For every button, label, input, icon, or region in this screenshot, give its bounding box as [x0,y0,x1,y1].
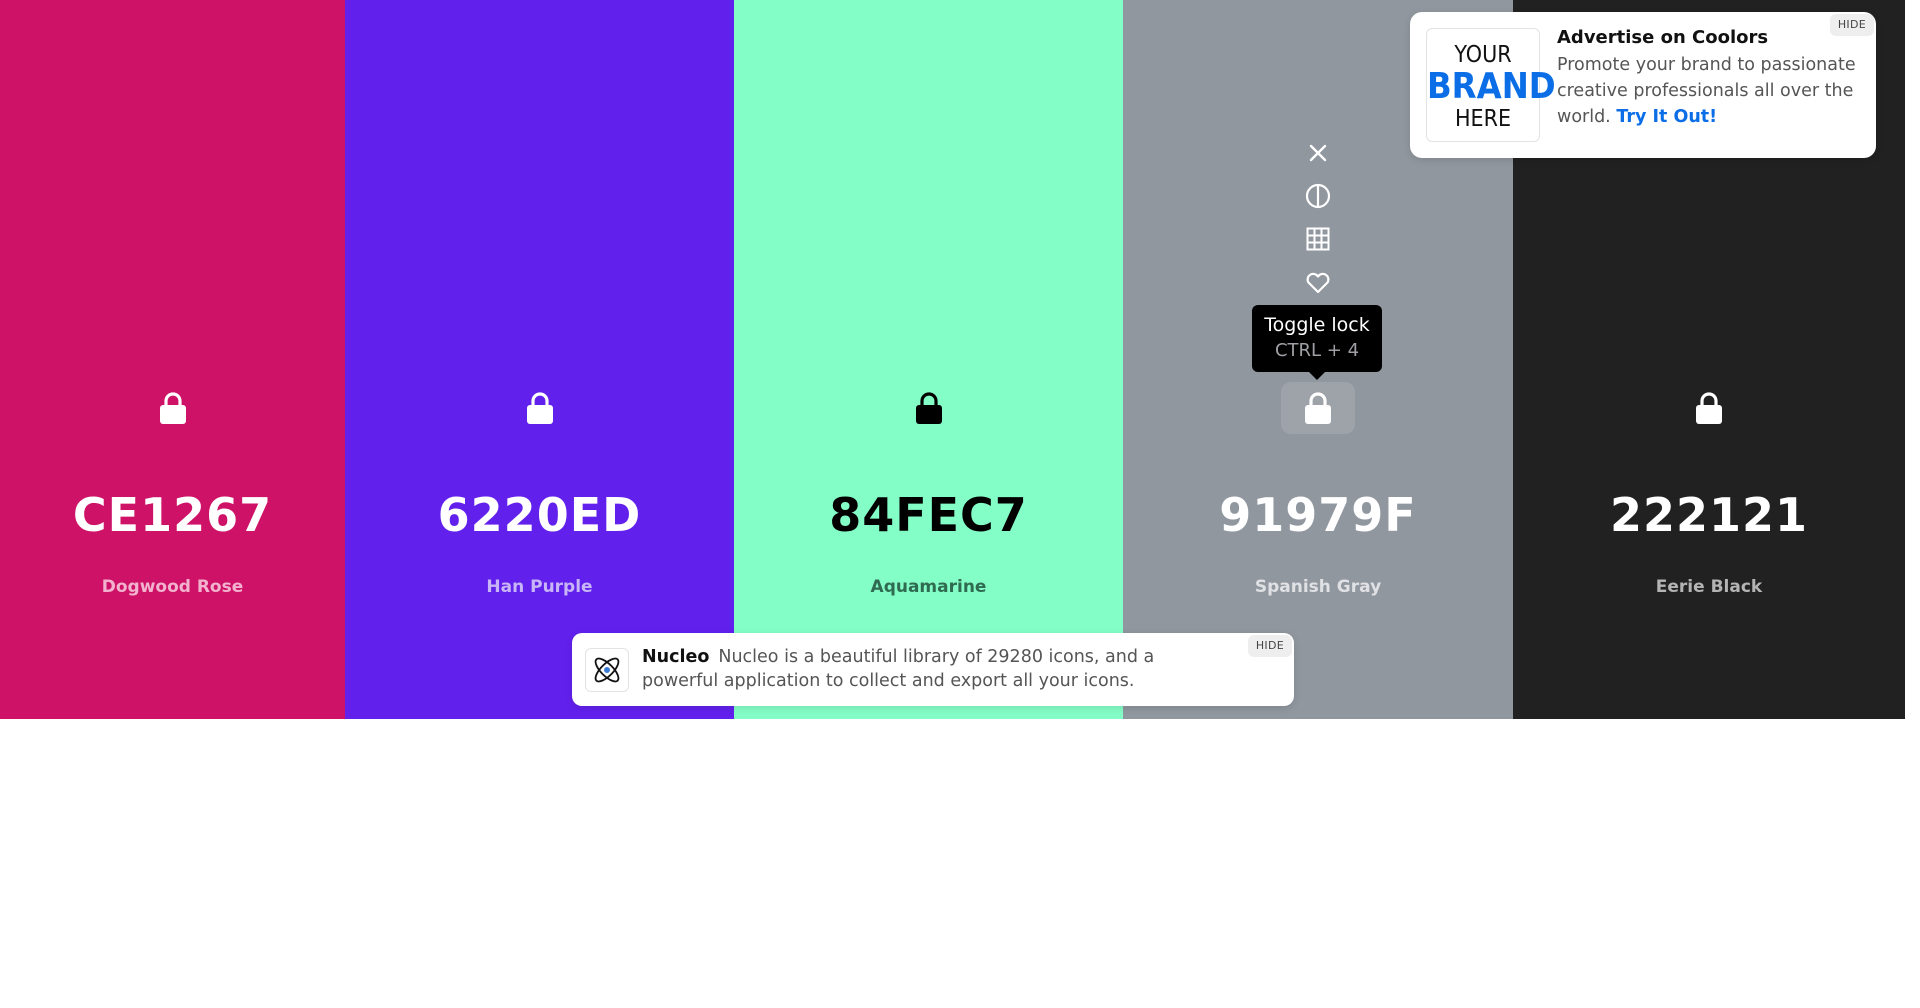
nucleo-title[interactable]: Nucleo [642,647,709,667]
nucleo-body: Nucleo is a beautiful library of 29280 i… [642,647,1155,691]
lock-button[interactable] [136,382,210,434]
brand-logo: YOUR BRAND HERE [1426,28,1556,142]
hex-code[interactable]: 84FEC7 [734,488,1123,542]
save-color-button[interactable] [1302,266,1334,298]
color-name[interactable]: Han Purple [345,577,734,597]
lock-icon [1305,392,1331,424]
try-it-out-link[interactable]: Try It Out! [1616,107,1717,127]
color-swatch-han-purple[interactable]: 6220ED Han Purple [345,0,734,719]
advertise-card[interactable]: YOUR BRAND HERE Advertise on Coolors Pro… [1410,12,1876,158]
brand-logo-line2: BRAND [1427,66,1556,107]
hide-nucleo-button[interactable]: HIDE [1247,635,1292,657]
swatch-toolbar [1300,137,1336,309]
contrast-icon [1305,183,1331,209]
nucleo-description: Nucleo Nucleo is a beautiful library of 2… [642,645,1222,693]
atom-icon [594,657,620,683]
brand-logo-line3: HERE [1454,106,1512,132]
tooltip-shortcut: CTRL + 4 [1274,340,1360,361]
heart-icon [1306,272,1330,294]
shades-grid-icon [1306,227,1330,251]
brand-logo-line1: YOUR [1454,42,1512,68]
lock-button[interactable] [892,382,966,434]
view-shades-contrast-button[interactable] [1302,180,1334,212]
hex-code[interactable]: CE1267 [0,488,345,542]
nucleo-logo [585,648,629,692]
lock-icon [526,392,553,424]
color-name[interactable]: Eerie Black [1513,577,1905,597]
color-swatch-dogwood-rose[interactable]: CE1267 Dogwood Rose [0,0,345,719]
lock-icon [1696,392,1722,424]
ad-body: Promote your brand to passionate creativ… [1557,52,1867,130]
lock-button[interactable] [1672,382,1746,434]
color-name[interactable]: Aquamarine [734,577,1123,597]
lock-button[interactable] [1281,382,1355,434]
tooltip-title: Toggle lock [1264,314,1370,336]
color-name[interactable]: Spanish Gray [1123,577,1513,597]
close-icon [1309,144,1327,162]
color-swatch-aquamarine[interactable]: 84FEC7 Aquamarine [734,0,1123,719]
lock-icon [915,392,942,424]
hex-code[interactable]: 6220ED [345,488,734,542]
lock-button[interactable] [503,382,577,434]
remove-color-button[interactable] [1302,137,1334,169]
color-name[interactable]: Dogwood Rose [0,577,345,597]
hex-code[interactable]: 91979F [1123,488,1513,542]
hide-ad-button[interactable]: HIDE [1829,14,1874,36]
ad-title: Advertise on Coolors [1557,27,1769,48]
lock-icon [159,392,186,424]
hex-code[interactable]: 222121 [1513,488,1905,542]
toggle-lock-tooltip: Toggle lock CTRL + 4 [1252,305,1382,380]
view-shades-button[interactable] [1302,223,1334,255]
nucleo-sponsor-card[interactable]: Nucleo Nucleo is a beautiful library of 2… [572,633,1294,706]
